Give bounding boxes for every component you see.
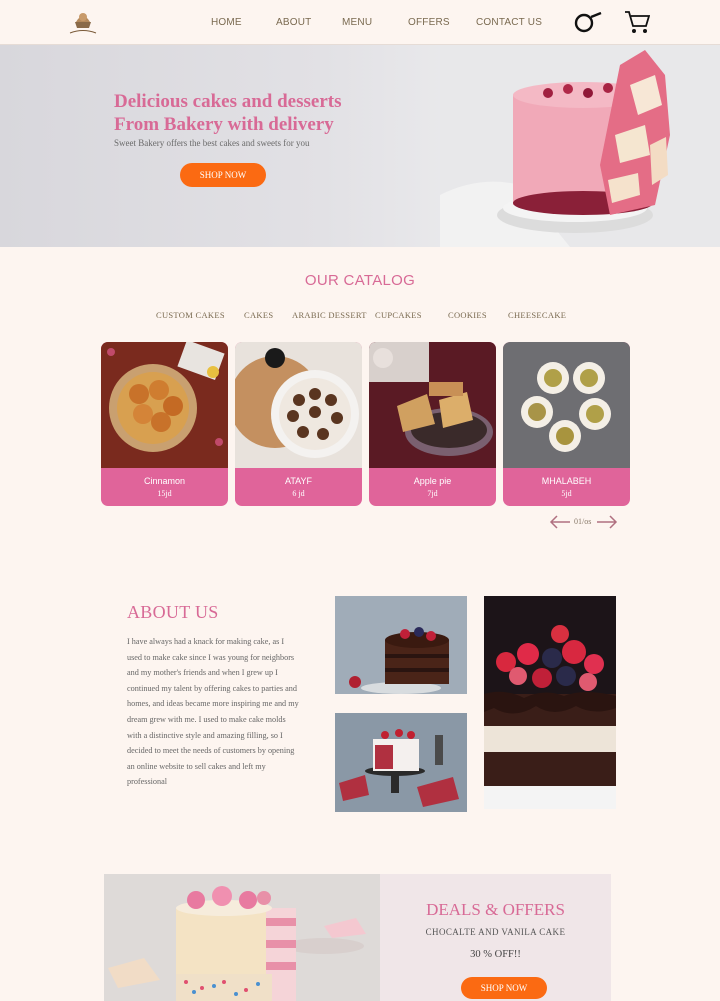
product-name: ATAYF bbox=[285, 476, 312, 486]
product-name: MHALABEH bbox=[541, 476, 592, 486]
sprinkle-cake-image bbox=[104, 874, 380, 1001]
bakery-logo[interactable] bbox=[66, 8, 100, 38]
catalog-title: OUR CATALOG bbox=[304, 272, 416, 289]
nav-offers[interactable]: OFFERS bbox=[408, 17, 450, 28]
apple-pie-image bbox=[369, 342, 496, 468]
product-price: 6 jd bbox=[292, 489, 305, 498]
category-cakes[interactable]: CAKES bbox=[244, 310, 273, 320]
hero-banner: Delicious cakes and desserts From Bakery… bbox=[0, 45, 720, 247]
hero-title-line2: From Bakery with delivery bbox=[114, 114, 334, 135]
atayf-image bbox=[235, 342, 362, 468]
arrow-right-icon[interactable] bbox=[595, 514, 619, 530]
deals-subtitle: CHOCALTE AND VANILA CAKE bbox=[425, 927, 566, 937]
mhalabeh-image bbox=[503, 342, 630, 468]
deals-title: DEALS & OFFERS bbox=[426, 900, 565, 919]
hero-cake-image bbox=[440, 45, 720, 247]
hero-title-line1: Delicious cakes and desserts bbox=[114, 91, 342, 112]
layered-chocolate-cake-image bbox=[335, 596, 467, 694]
arrow-left-icon[interactable] bbox=[548, 514, 572, 530]
red-velvet-cake-image bbox=[335, 713, 467, 812]
hero-subtitle: Sweet Bakery offers the best cakes and s… bbox=[114, 138, 310, 148]
deals-discount: 30 % OFF!! bbox=[470, 949, 521, 960]
product-name: Apple pie bbox=[413, 476, 452, 486]
nav-menu[interactable]: MENU bbox=[342, 17, 372, 28]
nav-home[interactable]: HOME bbox=[211, 17, 242, 28]
about-paragraph: I have always had a knack for making cak… bbox=[127, 637, 299, 787]
product-name: Cinnamon bbox=[143, 476, 186, 486]
category-cookies[interactable]: COOKIES bbox=[448, 310, 487, 320]
deals-shop-now-button[interactable]: SHOP NOW bbox=[461, 977, 547, 999]
about-title: ABOUT US bbox=[127, 602, 219, 622]
hero-shop-now-button[interactable]: SHOP NOW bbox=[180, 163, 266, 187]
category-custom-cakes[interactable]: CUSTOM CAKES bbox=[156, 310, 225, 320]
product-card-atayf[interactable]: ATAYF 6 jd bbox=[235, 342, 362, 506]
product-price: 7jd bbox=[427, 489, 438, 498]
category-cupcakes[interactable]: CUPCAKES bbox=[375, 310, 422, 320]
cinnamon-rolls-image bbox=[101, 342, 228, 468]
berry-chocolate-cake-image bbox=[484, 596, 616, 809]
category-arabic-dessert[interactable]: ARABIC DESSERT bbox=[292, 310, 367, 320]
nav-contact-us[interactable]: CONTACT US bbox=[476, 17, 542, 28]
product-card-cinnamon[interactable]: Cinnamon 15jd bbox=[101, 342, 228, 506]
hero-title: Delicious cakes and desserts From Bakery… bbox=[114, 90, 414, 136]
catalog-page-indicator: 01/os bbox=[574, 517, 592, 526]
cart-icon[interactable] bbox=[624, 10, 650, 34]
product-card-mhalabeh[interactable]: MHALABEH 5jd bbox=[503, 342, 630, 506]
product-price: 15jd bbox=[157, 489, 172, 498]
search-icon[interactable] bbox=[572, 12, 604, 34]
nav-about[interactable]: ABOUT bbox=[276, 17, 311, 28]
top-navbar: HOME ABOUT MENU OFFERS CONTACT US bbox=[0, 0, 720, 45]
product-price: 5jd bbox=[561, 489, 572, 498]
product-card-apple-pie[interactable]: Apple pie 7jd bbox=[369, 342, 496, 506]
category-cheesecake[interactable]: CHEESECAKE bbox=[508, 310, 566, 320]
